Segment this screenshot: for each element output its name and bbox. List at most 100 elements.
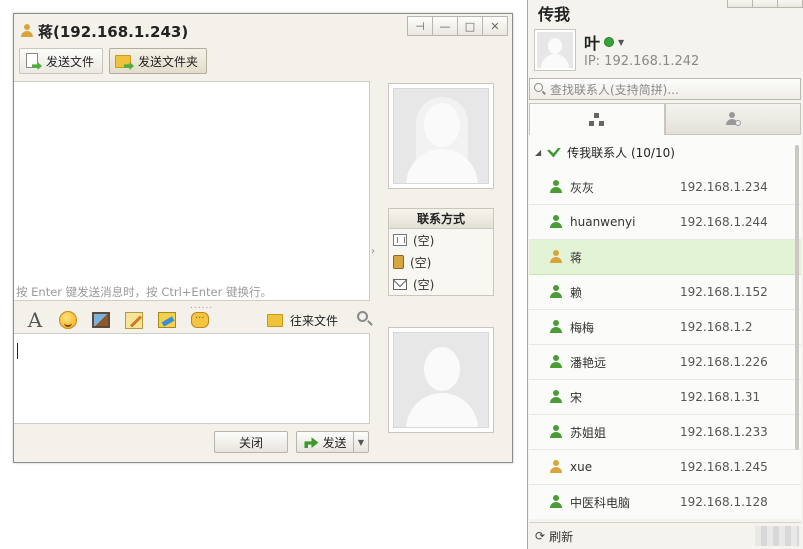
folder-icon: [266, 311, 286, 329]
close-window-button[interactable]: ✕: [482, 16, 508, 36]
contact-ip: 192.168.1.226: [680, 355, 768, 369]
contact-info-title: 联系方式: [389, 209, 493, 229]
send-arrow-icon: [304, 437, 319, 448]
send-folder-button[interactable]: 发送文件夹: [109, 48, 208, 74]
user-icon: [549, 320, 563, 334]
contact-tabs: [529, 103, 801, 135]
image-button[interactable]: [90, 309, 112, 331]
contacts-panel: 传我 叶 ▼ IP: 192.168.1.242 查找联系人(支持简拼)... …: [527, 0, 803, 549]
user-icon: [549, 425, 563, 439]
chat-toolbar: 发送文件 发送文件夹: [19, 48, 208, 74]
contact-ip: 192.168.1.2: [680, 320, 753, 334]
contact-row[interactable]: 蒋: [529, 240, 801, 275]
send-file-label: 发送文件: [46, 54, 95, 69]
chat-window: 蒋(192.168.1.243) ⊣ — □ ✕ 发送文件 发送文件夹 按 En…: [13, 13, 513, 463]
panel-pin-button[interactable]: [727, 0, 753, 8]
contact-name: 宋: [570, 390, 583, 405]
contact-row[interactable]: xue 192.168.1.245: [529, 450, 801, 485]
phone-icon: [393, 255, 404, 269]
self-name-block[interactable]: 叶 ▼: [584, 30, 624, 54]
contact-email-row: (空): [389, 273, 493, 295]
user-icon: [549, 215, 563, 229]
history-files-label: 往来文件: [290, 313, 339, 328]
contact-ip: 192.168.1.233: [680, 425, 768, 439]
user-icon: [549, 355, 563, 369]
panel-minimize-button[interactable]: [752, 0, 778, 8]
contact-row[interactable]: 潘艳远 192.168.1.226: [529, 345, 801, 380]
send-folder-label: 发送文件夹: [138, 54, 199, 69]
contact-ip: 192.168.1.245: [680, 460, 768, 474]
contact-name: huanwenyi: [570, 215, 636, 229]
contact-ip: 192.168.1.128: [680, 495, 768, 509]
image-icon: [92, 312, 110, 328]
contact-search-input[interactable]: 查找联系人(支持简拼)...: [529, 78, 801, 100]
send-options-dropdown[interactable]: ▼: [353, 431, 369, 453]
online-status-icon: [604, 37, 615, 47]
tab-recent-contacts[interactable]: [665, 103, 801, 135]
contact-ip: 192.168.1.152: [680, 285, 768, 299]
user-icon: [549, 495, 563, 509]
collapse-panel-button[interactable]: ›: [371, 246, 375, 257]
refresh-icon: ⟳: [535, 529, 546, 543]
contact-row[interactable]: 苏姐姐 192.168.1.233: [529, 415, 801, 450]
send-label: 发送: [322, 435, 347, 450]
contact-row[interactable]: 赖 192.168.1.152: [529, 275, 801, 310]
pin-button[interactable]: ⊣: [407, 16, 433, 36]
contact-name: 苏姐姐: [570, 425, 607, 440]
chat-title: 蒋(192.168.1.243): [38, 22, 189, 41]
maximize-icon: □: [464, 19, 476, 33]
chat-bubble-icon: [191, 310, 209, 328]
font-button[interactable]: A: [24, 308, 46, 332]
contact-row[interactable]: huanwenyi 192.168.1.244: [529, 205, 801, 240]
screenshot-button[interactable]: [156, 309, 178, 331]
user-icon: [549, 285, 563, 299]
user-icon: [20, 24, 34, 38]
expand-triangle-icon: ◢: [535, 148, 542, 157]
self-avatar[interactable]: [534, 29, 576, 71]
recent-contacts-icon: [725, 111, 741, 127]
contact-row[interactable]: 中医科电脑 192.168.1.128: [529, 485, 801, 519]
minimize-button[interactable]: —: [432, 16, 458, 36]
font-icon: A: [27, 308, 43, 332]
contact-ip: 192.168.1.31: [680, 390, 761, 404]
maximize-button[interactable]: □: [457, 16, 483, 36]
contact-row[interactable]: 梅梅 192.168.1.2: [529, 310, 801, 345]
self-name: 叶: [584, 34, 601, 53]
refresh-label: 刷新: [549, 529, 574, 544]
send-button[interactable]: 发送: [296, 431, 354, 453]
app-title: 传我: [538, 5, 571, 24]
contact-row[interactable]: 灰灰 192.168.1.234: [529, 170, 801, 205]
history-files-button[interactable]: 往来文件: [266, 308, 338, 332]
user-icon: [549, 390, 563, 404]
emoji-button[interactable]: [57, 309, 79, 331]
edit-button[interactable]: [123, 309, 145, 331]
user-icon: [549, 250, 563, 264]
chevron-right-icon: ›: [371, 246, 375, 257]
compose-toolbar: A 往来文件: [24, 308, 373, 332]
smiley-icon: [59, 311, 77, 329]
quick-reply-button[interactable]: [189, 309, 211, 331]
tab-organization[interactable]: [529, 103, 665, 135]
search-placeholder: 查找联系人(支持简拼)...: [550, 82, 679, 97]
user-icon: [549, 460, 563, 474]
my-avatar: [388, 327, 494, 433]
search-icon[interactable]: [356, 310, 374, 328]
input-hint: 按 Enter 键发送消息时，按 Ctrl+Enter 键换行。: [16, 285, 272, 299]
user-icon: [549, 180, 563, 194]
edit-icon: [125, 311, 143, 329]
contact-info-panel: 联系方式 (空) (空) (空): [388, 208, 494, 296]
panel-close-button[interactable]: [777, 0, 803, 8]
group-name: 传我联系人 (10/10): [567, 146, 675, 160]
send-file-icon: [24, 52, 42, 70]
chevron-down-icon: ▼: [357, 437, 365, 447]
contact-group-header[interactable]: ◢ 传我联系人 (10/10): [529, 135, 801, 170]
close-button[interactable]: 关闭: [214, 431, 288, 453]
contact-row[interactable]: 宋 192.168.1.31: [529, 380, 801, 415]
message-history[interactable]: [14, 81, 370, 301]
contact-name: 灰灰: [570, 180, 595, 195]
contact-avatar: [388, 83, 494, 189]
contact-list-scrollbar[interactable]: [795, 145, 799, 450]
send-file-button[interactable]: 发送文件: [19, 48, 104, 74]
message-input[interactable]: [14, 333, 370, 424]
contact-name: 蒋: [570, 250, 583, 265]
